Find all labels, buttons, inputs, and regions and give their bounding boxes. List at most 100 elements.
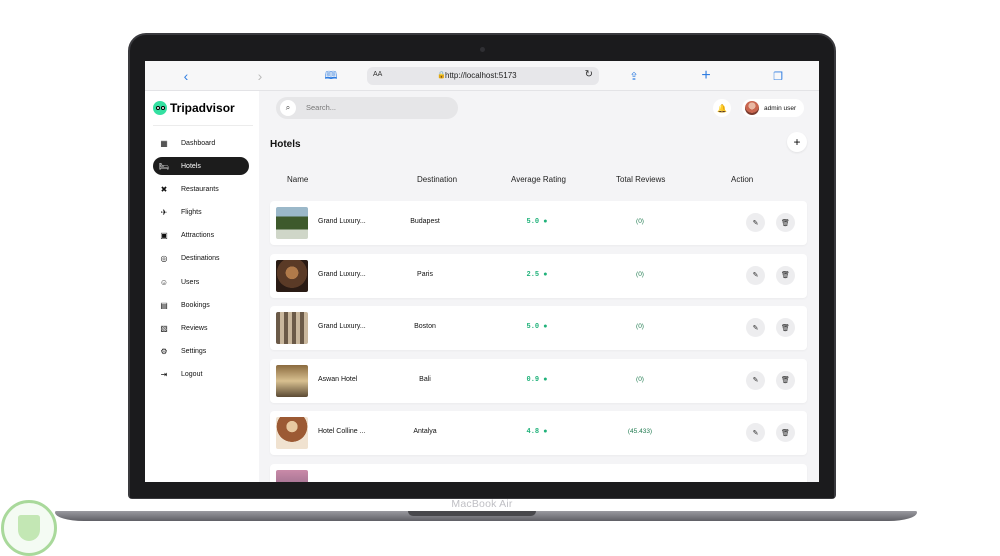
stage: MacBook Air ‹ › 🕮 AA 🔒 http://localhost:… — [0, 0, 1000, 556]
hotel-thumbnail — [276, 259, 308, 292]
back-icon[interactable]: ‹ — [179, 67, 193, 85]
sidebar-item-dashboard[interactable]: ▦ Dashboard — [153, 134, 249, 152]
device-label: MacBook Air — [451, 498, 513, 510]
table-header: Name Destination Average Rating Total Re… — [270, 175, 807, 187]
avatar — [745, 101, 759, 115]
search-placeholder: Search... — [306, 103, 337, 112]
sidebar-item-label: Settings — [181, 348, 207, 356]
sidebar-item-label: Reviews — [181, 325, 208, 332]
edit-icon[interactable]: ✎ — [746, 318, 765, 337]
user-icon: ☺ — [159, 277, 169, 287]
url-text[interactable]: http://localhost:5173 — [445, 71, 517, 80]
sidebar-item-flights[interactable]: ✈ Flights — [153, 204, 249, 222]
pin-icon: ◎ — [160, 254, 168, 264]
table-row[interactable]: Aswan Hotel Bali 0.9 ● (0) ✎ 🗑 — [270, 358, 807, 403]
forward-icon[interactable]: › — [253, 67, 267, 85]
hotel-list: Grand Luxury... Budapest 5.0 ● (0) ✎ 🗑 G… — [270, 201, 807, 482]
camera — [480, 47, 485, 52]
sidebar-nav: ▦ Dashboard 🛏 Hotels ✖ Restaurants ✈ Flights… — [153, 134, 249, 389]
search-input[interactable]: ⌕ Search... — [276, 97, 458, 119]
sidebar-item-destinations[interactable]: ◎ Destinations — [153, 250, 249, 268]
grid-icon: ▦ — [160, 138, 168, 148]
browser-toolbar: ‹ › 🕮 AA 🔒 http://localhost:5173 ↻ ⇪ + ❐ — [145, 61, 819, 91]
user-menu[interactable]: admin user — [742, 99, 804, 117]
column-header: Destination — [417, 175, 458, 184]
hotel-thumbnail — [276, 469, 308, 482]
column-header: Average Rating — [511, 175, 566, 184]
trash-icon[interactable]: 🗑 — [776, 423, 795, 442]
column-header: Total Reviews — [616, 175, 666, 184]
hotel-thumbnail — [276, 207, 308, 239]
edit-icon[interactable]: ✎ — [746, 265, 765, 285]
laptop-chin — [130, 484, 834, 498]
page-title: Hotels — [270, 139, 301, 150]
watermark-logo — [1, 500, 57, 556]
sidebar-item-attractions[interactable]: ▣ Attractions — [153, 227, 249, 245]
hotel-thumbnail — [276, 364, 308, 397]
sidebar-item-label: Attractions — [181, 232, 215, 240]
card-icon: ▤ — [160, 300, 168, 310]
column-header: Action — [731, 175, 754, 184]
table-row[interactable]: Grand Luxury... Boston 5.0 ● (0) ✎ 🗑 — [270, 306, 807, 350]
sidebar-item-hotels[interactable]: 🛏 Hotels — [153, 157, 249, 176]
brand-name: Tripadvisor — [170, 101, 235, 115]
gear-icon: ⚙ — [160, 347, 168, 357]
sidebar-item-label: Restaurants — [181, 185, 219, 193]
utensils-icon: ✖ — [160, 184, 168, 194]
laptop-notch — [408, 511, 536, 516]
brand-logo[interactable]: Tripadvisor — [153, 101, 235, 115]
trash-icon[interactable]: 🗑 — [776, 213, 795, 232]
edit-icon[interactable]: ✎ — [746, 423, 765, 442]
user-name: admin user — [764, 104, 797, 112]
sidebar-item-label: Bookings — [181, 301, 210, 309]
screen: ‹ › 🕮 AA 🔒 http://localhost:5173 ↻ ⇪ + ❐… — [145, 61, 819, 482]
owl-icon — [153, 101, 167, 115]
plus-icon[interactable]: + — [699, 67, 713, 85]
sidebar-item-logout[interactable]: ⇥ Logout — [153, 366, 249, 384]
hotel-name: Aswan Hotel — [318, 375, 358, 383]
add-hotel-button[interactable]: + — [787, 132, 807, 152]
table-row-partial[interactable] — [270, 463, 807, 482]
trash-icon[interactable]: 🗑 — [776, 370, 795, 390]
sidebar-item-label: Destinations — [181, 255, 220, 263]
share-icon[interactable]: ⇪ — [627, 67, 641, 85]
sidebar-item-label: Hotels — [181, 162, 201, 170]
sidebar-item-restaurants[interactable]: ✖ Restaurants — [153, 180, 249, 198]
sidebar-item-users[interactable]: ☺ Users — [153, 273, 249, 291]
sidebar-divider — [153, 125, 253, 126]
sidebar-item-label: Flights — [181, 209, 202, 217]
sidebar-item-bookings[interactable]: ▤ Bookings — [153, 296, 249, 314]
shield-icon — [18, 515, 40, 541]
sidebar-item-label: Logout — [181, 371, 203, 379]
bed-icon: 🛏 — [158, 161, 170, 171]
edit-icon[interactable]: ✎ — [746, 213, 765, 232]
sidebar-item-label: Users — [181, 278, 200, 286]
sidebar-item-reviews[interactable]: ▧ Reviews — [153, 320, 249, 338]
tabs-icon[interactable]: ❐ — [771, 67, 785, 85]
hotel-name: Grand Luxury... — [318, 218, 366, 225]
image-icon: ▧ — [160, 324, 168, 333]
table-row[interactable]: Grand Luxury... Budapest 5.0 ● (0) ✎ 🗑 — [270, 201, 807, 245]
column-header: Name — [287, 175, 309, 184]
camera-icon: ▣ — [160, 231, 168, 241]
hotel-thumbnail — [276, 417, 308, 449]
sidebar: Tripadvisor ▦ Dashboard 🛏 Hotels ✖ Restaura… — [145, 91, 259, 482]
edit-icon[interactable]: ✎ — [746, 370, 765, 390]
address-bar[interactable]: AA 🔒 http://localhost:5173 ↻ — [367, 67, 599, 85]
sidebar-item-settings[interactable]: ⚙ Settings — [153, 343, 249, 361]
hotel-thumbnail — [276, 312, 308, 344]
sidebar-item-label: Dashboard — [181, 139, 216, 147]
hotel-name: Grand Luxury... — [318, 323, 366, 330]
logout-icon: ⇥ — [160, 370, 168, 380]
table-row[interactable]: Grand Luxury... Paris 2.5 ● (0) ✎ 🗑 — [270, 253, 807, 298]
trash-icon[interactable]: 🗑 — [776, 318, 795, 337]
trash-icon[interactable]: 🗑 — [776, 265, 795, 285]
book-icon[interactable]: 🕮 — [323, 67, 339, 85]
search-icon: ⌕ — [280, 100, 296, 116]
reload-icon[interactable]: ↻ — [585, 69, 593, 80]
table-row[interactable]: Hotel Colline ... Antalya 4.8 ● (45.433)… — [270, 411, 807, 455]
bell-icon[interactable]: 🔔 — [713, 99, 731, 117]
reader-aa[interactable]: AA — [373, 71, 382, 78]
hotel-name: Hotel Colline ... — [318, 428, 366, 435]
plane-icon: ✈ — [160, 208, 168, 218]
